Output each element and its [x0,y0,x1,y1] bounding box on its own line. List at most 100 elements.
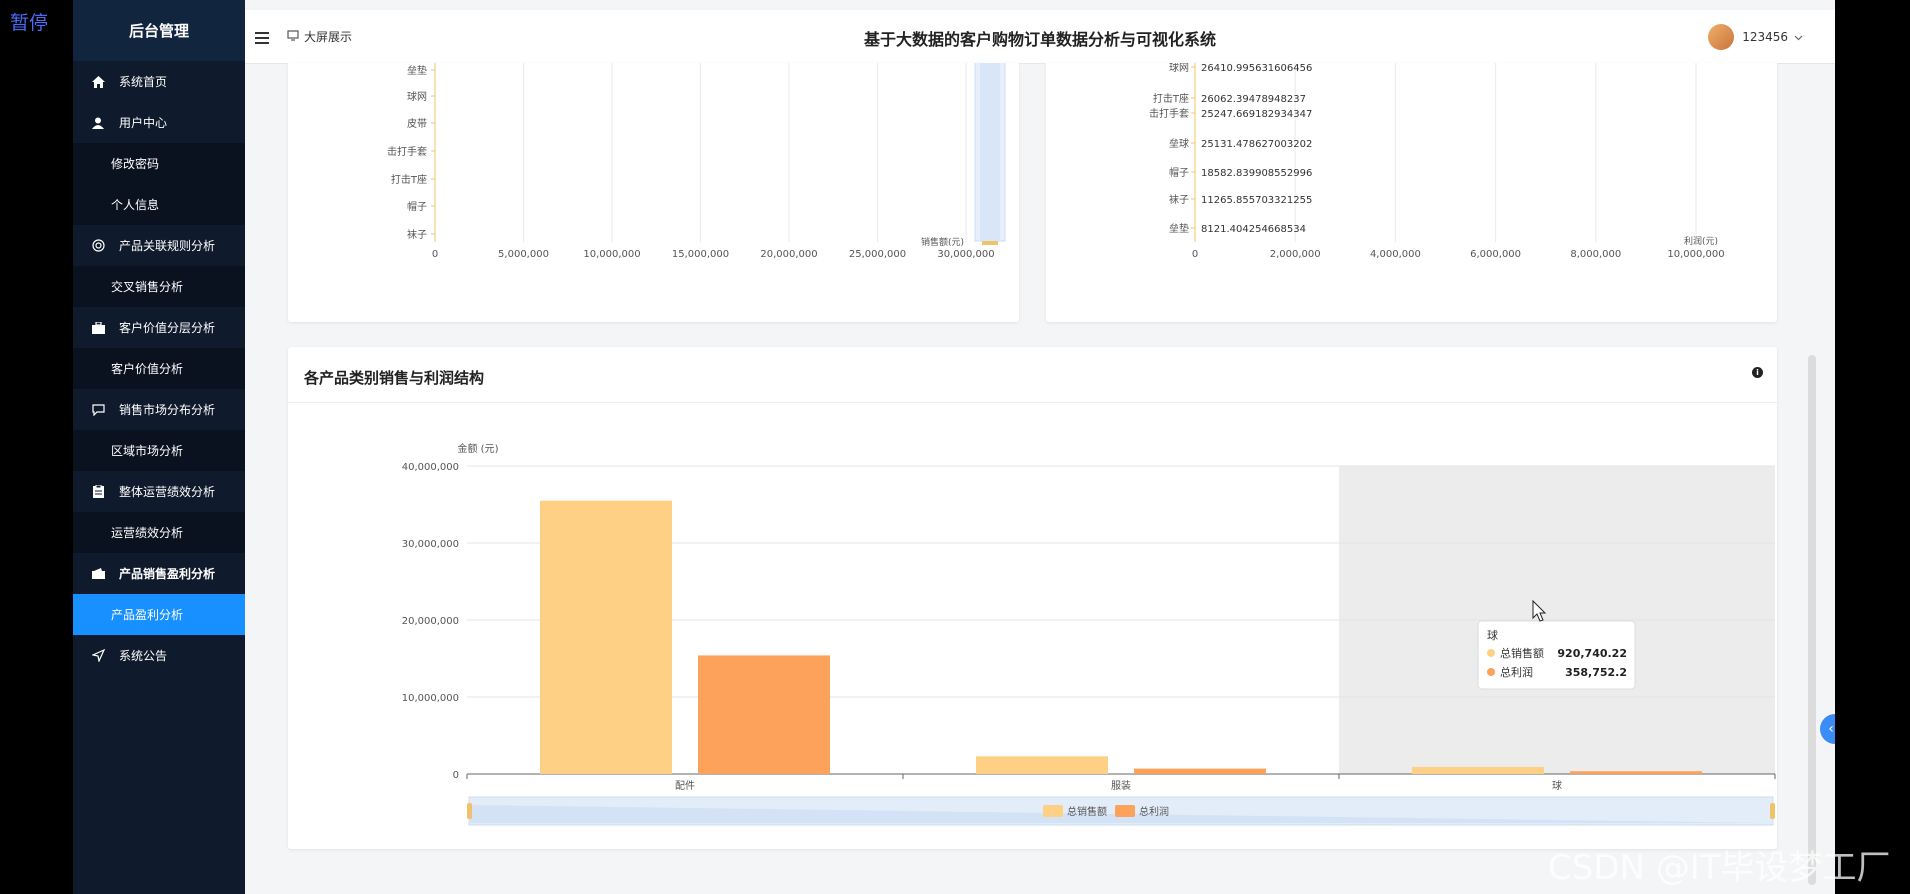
tooltip-series-name: 总销售额 [1500,646,1544,660]
sidebar: 后台管理 系统首页 用户中心 修改密码 个人信息 产品关联规则分析 交叉销售分析 客户价值分… [73,0,245,894]
top-left-chart-card: 0 5,000,000 10,000,000 15,000,000 20,000,000… [288,52,1019,322]
globe-icon [91,239,105,253]
sidebar-item[interactable]: 产品盈利分析 [73,594,245,635]
sidebar-item[interactable]: 个人信息 [73,184,245,225]
x-tick-label: 配件 [675,780,695,792]
x-tick-label: 5,000,000 [498,249,549,260]
x-tick-label: 0 [432,249,438,260]
sidebar-item[interactable]: 运营绩效分析 [73,512,245,553]
tooltip-title: 球 [1487,628,1498,642]
clipboard-icon [91,485,105,499]
category-bar-chart: 金额 (元) 0 10,000,000 20,000,000 30,000,000 40,… [402,442,1776,826]
app-window: 后台管理 系统首页 用户中心 修改密码 个人信息 产品关联规则分析 交叉销售分析 客户价值分… [73,0,1835,894]
y-tick-label: 40,000,000 [402,462,459,473]
y-tick-label: 击打手套 [1149,107,1189,120]
bar [1570,771,1702,774]
x-tick-label: 8,000,000 [1570,249,1621,260]
zoom-handle-left [467,803,472,819]
sidebar-item[interactable]: 客户价值分层分析 [73,307,245,348]
y-tick-label: 袜子 [407,228,427,241]
top-right-bar-chart: 0 2,000,000 4,000,000 6,000,000 8,000,000 10,… [1149,53,1725,260]
user-menu[interactable]: 123456 [1708,24,1803,50]
x-tick-label: 10,000,000 [1667,249,1724,260]
sidebar-item[interactable]: 客户价值分析 [73,348,245,389]
x-tick-label: 2,000,000 [1270,249,1321,260]
sidebar-item[interactable]: 修改密码 [73,143,245,184]
data-label: 18582.839908552996 [1201,168,1312,179]
x-axis-name: 利润(元) [1684,235,1718,247]
x-tick-label: 0 [1192,249,1198,260]
data-label: 11265.855703321255 [1201,195,1312,206]
y-tick-label: 0 [453,770,459,781]
sidebar-item-label: 产品销售盈利分析 [119,567,216,581]
tooltip-marker [1487,649,1495,657]
data-label: 26062.39478948237 [1201,94,1306,105]
y-tick-label: 垒球 [1169,137,1189,150]
x-tick-label: 服装 [1111,779,1131,792]
sidebar-item-label: 销售市场分布分析 [119,403,216,417]
sidebar-item[interactable]: 产品销售盈利分析 [73,553,245,594]
zoom-slider-fill [980,53,1000,241]
tooltip-value: 920,740.22 [1557,647,1627,660]
collapse-panel-button[interactable]: ‹ [1820,714,1835,744]
y-tick-label: 皮带 [407,117,427,130]
y-tick-label: 30,000,000 [402,539,459,550]
legend-swatch [1043,805,1063,817]
data-label: 26410.995631606456 [1201,63,1312,74]
sidebar-item[interactable]: 销售市场分布分析 [73,389,245,430]
sidebar-menu: 系统首页用户中心修改密码个人信息产品关联规则分析交叉销售分析客户价值分层分析客户… [73,61,245,676]
y-tick-label: 击打手套 [387,145,427,158]
y-tick-label: 帽子 [407,200,427,213]
y-tick-label: 球网 [407,90,427,103]
user-icon [91,116,105,130]
sidebar-item[interactable]: 整体运营绩效分析 [73,471,245,512]
data-label: 25247.669182934347 [1201,109,1312,120]
sidebar-item[interactable]: 区域市场分析 [73,430,245,471]
sidebar-item[interactable]: 系统首页 [73,61,245,102]
data-label: 25131.478627003202 [1201,139,1312,150]
sidebar-item-label: 产品盈利分析 [111,608,184,622]
x-tick-label: 10,000,000 [583,249,640,260]
sidebar-item-label: 运营绩效分析 [111,526,184,540]
x-tick-label: 20,000,000 [760,249,817,260]
y-tick-label: 球网 [1169,63,1189,74]
sidebar-brand: 后台管理 [73,0,245,61]
sidebar-item[interactable]: 系统公告 [73,635,245,676]
sidebar-item-label: 客户价值分层分析 [119,321,216,335]
sidebar-item-label: 系统首页 [119,75,168,89]
top-left-bar-chart: 0 5,000,000 10,000,000 15,000,000 20,000,000… [387,52,1006,260]
y-tick-label: 打击T座 [1153,92,1189,105]
sidebar-item-label: 系统公告 [119,649,168,663]
legend-label: 总利润 [1139,805,1169,818]
scrollbar-thumb[interactable] [1808,355,1816,885]
username: 123456 [1742,30,1788,44]
chevron-down-icon [1794,30,1803,44]
x-axis-name: 销售额(元) [921,236,964,248]
sidebar-item[interactable]: 产品关联规则分析 [73,225,245,266]
page-title: 基于大数据的客户购物订单数据分析与可视化系统 [863,30,1216,49]
sidebar-item-label: 整体运营绩效分析 [119,485,216,499]
y-tick-label: 袜子 [1169,193,1189,206]
bar [1134,768,1266,774]
x-tick-label: 25,000,000 [849,249,906,260]
x-tick-label: 球 [1552,779,1562,792]
x-tick-label: 6,000,000 [1470,249,1521,260]
sidebar-item[interactable]: 交叉销售分析 [73,266,245,307]
y-tick-label: 垒垫 [1169,222,1189,235]
sidebar-item-label: 个人信息 [111,198,160,212]
sidebar-item-label: 修改密码 [111,157,160,171]
avatar [1708,24,1735,50]
sidebar-item-label: 产品关联规则分析 [119,239,216,253]
chat-icon [91,403,105,417]
sidebar-item-label: 区域市场分析 [111,444,184,458]
y-tick-label: 打击T座 [391,173,427,186]
sidebar-item[interactable]: 用户中心 [73,102,245,143]
send-icon [91,649,105,663]
y-tick-label: 垒垫 [407,64,427,77]
top-right-chart-card: 0 2,000,000 4,000,000 6,000,000 8,000,000 10,… [1046,53,1777,322]
tooltip-value: 358,752.2 [1565,666,1627,679]
data-label: 8121.404254668534 [1201,224,1306,235]
pause-label[interactable]: 暂停 [10,8,48,35]
tooltip-series-name: 总利润 [1500,665,1533,679]
x-tick-label: 30,000,000 [937,249,994,260]
